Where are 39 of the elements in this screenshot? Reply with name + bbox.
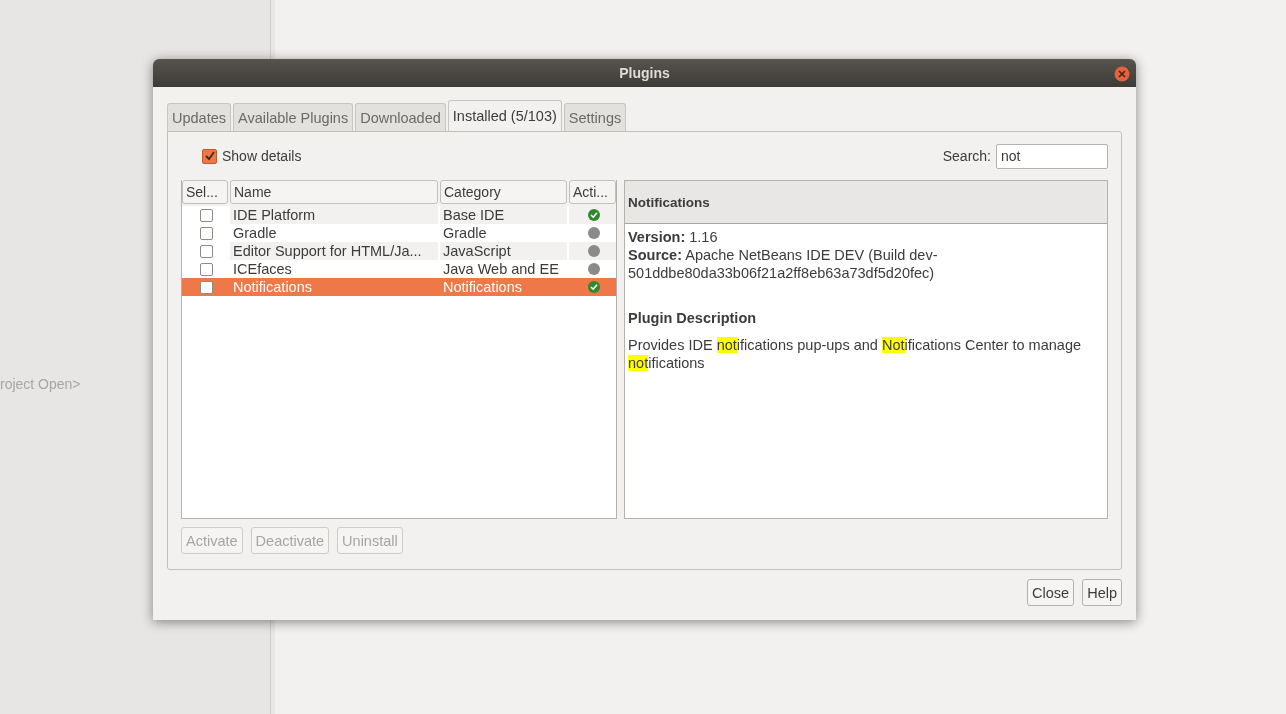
tab[interactable]: Available Plugins [233, 103, 354, 131]
tab[interactable]: Updates [167, 103, 231, 131]
version-text: Version: 1.16 [628, 228, 719, 246]
search-field[interactable]: not [996, 143, 1108, 169]
dialog-button[interactable]: Help [1082, 579, 1122, 606]
table-row[interactable]: Gradle Gradle [182, 224, 616, 242]
table-cell-text: Java Web and EE [442, 260, 560, 278]
column-header[interactable]: Category [440, 180, 567, 204]
checkbox-label: Show details [222, 148, 302, 164]
description-heading: Plugin Description [628, 310, 758, 326]
column-header[interactable]: Acti... [569, 180, 616, 204]
checkbox[interactable] [200, 208, 213, 222]
checkbox[interactable] [200, 226, 213, 240]
table-cell: Editor Support for HTML/Ja... [230, 242, 438, 260]
plugin-title: Notifications [628, 194, 710, 210]
window-title: Plugins [619, 65, 670, 81]
table-cell-text: ICEfaces [232, 260, 293, 278]
column-header[interactable]: Sel... [182, 180, 228, 204]
table-row[interactable]: IDE Platform Base IDE [182, 206, 616, 224]
checkbox[interactable] [202, 148, 217, 164]
table-cell: JavaScript [440, 242, 567, 260]
table-cell-text: Gradle [442, 224, 488, 242]
dialog-button[interactable]: Close [1027, 579, 1075, 606]
tab[interactable]: Settings [563, 103, 627, 131]
table-row[interactable]: ICEfaces Java Web and EE [182, 260, 616, 278]
table-cell: Base IDE [440, 206, 567, 224]
status-text: roject Open> [0, 376, 81, 392]
checkbox[interactable] [200, 280, 213, 294]
search-label: Search: [942, 148, 991, 164]
table-cell: IDE Platform [230, 206, 438, 224]
tab[interactable]: Downloaded [355, 103, 446, 131]
table-row[interactable]: Editor Support for HTML/Ja... JavaScript [182, 242, 616, 260]
checkbox[interactable] [200, 262, 213, 276]
close-icon[interactable] [1114, 66, 1130, 82]
column-header[interactable]: Name [230, 180, 438, 204]
tab[interactable]: Installed (5/103) [447, 100, 562, 131]
checkbox[interactable] [200, 244, 213, 258]
source-text: Source: Apache NetBeans IDE DEV (Build dev-501ddbe80da33b06f21a2ff8eb63a73df5d20fec) [628, 246, 939, 282]
table-cell-text: Gradle [232, 224, 278, 242]
